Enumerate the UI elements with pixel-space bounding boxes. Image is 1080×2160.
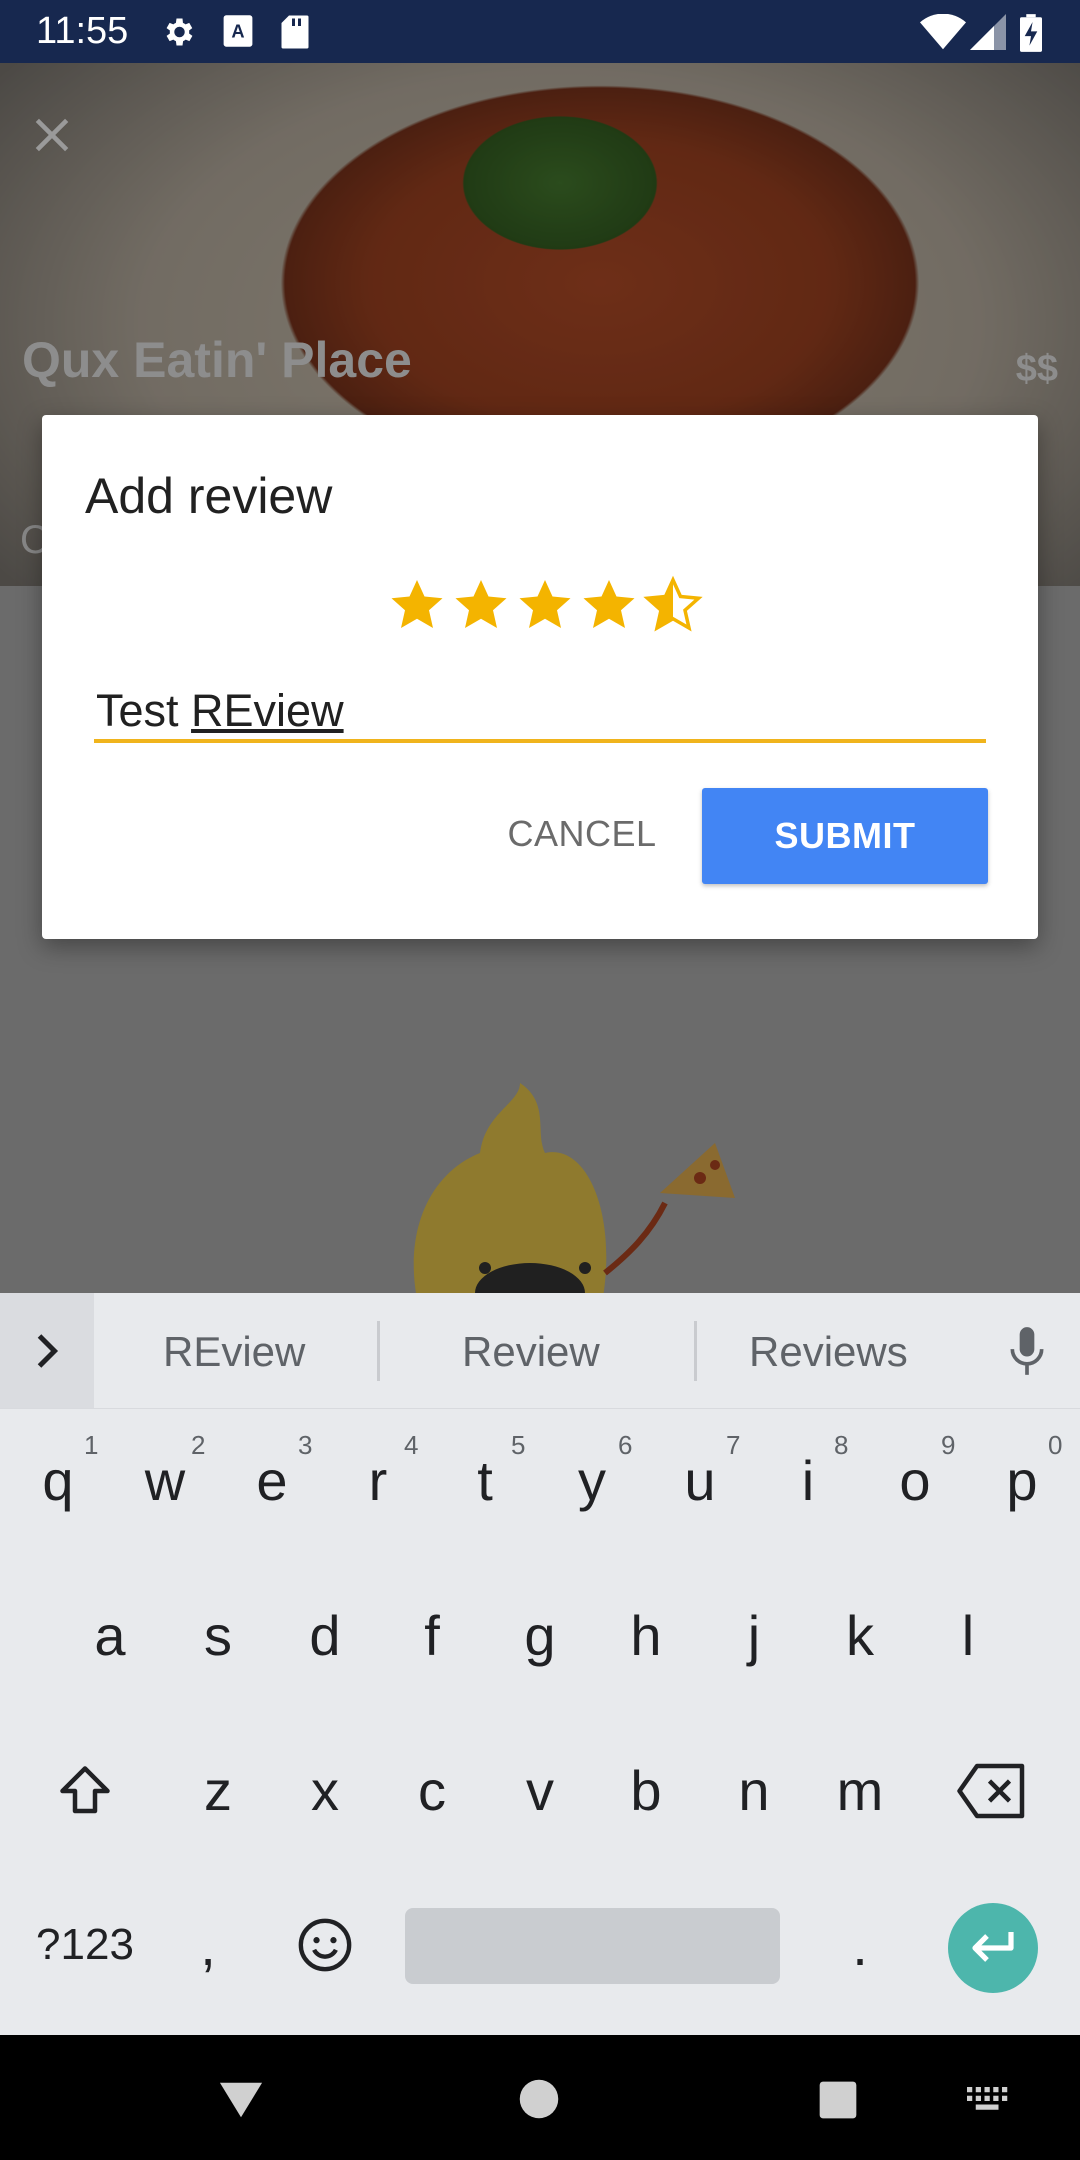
close-icon[interactable]: [30, 113, 74, 157]
a-icon: A: [223, 15, 253, 47]
price-level: $$: [1015, 348, 1058, 390]
star-icon[interactable]: [515, 575, 575, 635]
review-text-prefix: Test: [96, 685, 192, 736]
key-a[interactable]: a: [70, 1603, 150, 1668]
keyboard-icon[interactable]: [966, 2087, 1010, 2115]
microphone-icon[interactable]: [1005, 1323, 1049, 1379]
sd-card-icon: [281, 15, 309, 49]
key-l[interactable]: l: [928, 1603, 1008, 1668]
key-m[interactable]: m: [820, 1758, 900, 1823]
wifi-icon: [920, 14, 966, 50]
key-hint-number: 6: [618, 1430, 633, 1460]
symbols-key[interactable]: ?123: [30, 1920, 140, 1970]
back-icon[interactable]: [218, 2080, 264, 2120]
space-key[interactable]: [405, 1908, 780, 1984]
key-f[interactable]: f: [392, 1603, 472, 1668]
key-n[interactable]: n: [714, 1758, 794, 1823]
signal-icon: [970, 14, 1006, 50]
svg-text:A: A: [231, 21, 244, 42]
star-icon[interactable]: [579, 575, 639, 635]
backspace-icon[interactable]: [957, 1763, 1027, 1819]
expand-suggestions-button[interactable]: [0, 1293, 94, 1408]
key-hint-number: 3: [298, 1430, 313, 1460]
recents-icon[interactable]: [818, 2080, 858, 2120]
key-hint-number: 8: [834, 1430, 849, 1460]
suggestion-1[interactable]: REview: [163, 1328, 305, 1376]
key-hint-number: 2: [191, 1430, 206, 1460]
key-hint-number: 1: [84, 1430, 99, 1460]
key-j[interactable]: j: [714, 1603, 794, 1668]
key-g[interactable]: g: [500, 1603, 580, 1668]
review-text-composing: REview: [191, 685, 344, 736]
settings-icon: [166, 18, 193, 46]
key-s[interactable]: s: [178, 1603, 258, 1668]
input-underline: [94, 739, 986, 743]
review-input[interactable]: Test REview: [96, 685, 344, 737]
period-key[interactable]: .: [830, 1913, 890, 1978]
key-hint-number: 0: [1048, 1430, 1063, 1460]
submit-button[interactable]: SUBMIT: [702, 788, 988, 884]
suggestion-divider: [377, 1321, 380, 1381]
key-z[interactable]: z: [178, 1758, 258, 1823]
key-b[interactable]: b: [606, 1758, 686, 1823]
key-hint-number: 5: [511, 1430, 526, 1460]
key-d[interactable]: d: [285, 1603, 365, 1668]
key-hint-number: 4: [404, 1430, 419, 1460]
key-hint-number: 7: [726, 1430, 741, 1460]
enter-key[interactable]: [948, 1903, 1038, 1993]
emoji-icon[interactable]: [296, 1916, 354, 1974]
status-bar: 11:55 A: [0, 0, 1080, 63]
shift-icon[interactable]: [55, 1761, 115, 1821]
key-v[interactable]: v: [500, 1758, 580, 1823]
key-hint-number: 9: [941, 1430, 956, 1460]
star-icon[interactable]: [451, 575, 511, 635]
chevron-right-icon: [37, 1333, 59, 1368]
mascot-illustration: [413, 1083, 735, 1293]
status-time: 11:55: [36, 10, 129, 52]
key-h[interactable]: h: [606, 1603, 686, 1668]
soft-keyboard: REview Review Reviews ?123 , . q1w2e3r4t…: [0, 1293, 1080, 2035]
add-review-dialog: Add review Test REview CANCEL SUBMIT: [42, 415, 1038, 939]
star-icon[interactable]: [387, 575, 447, 635]
comma-key[interactable]: ,: [178, 1913, 238, 1978]
suggestion-divider: [694, 1321, 697, 1381]
cancel-button[interactable]: CANCEL: [462, 786, 702, 882]
key-c[interactable]: c: [392, 1758, 472, 1823]
dialog-title: Add review: [85, 468, 333, 524]
key-x[interactable]: x: [285, 1758, 365, 1823]
home-icon[interactable]: [518, 2078, 560, 2120]
suggestion-2[interactable]: Review: [462, 1328, 600, 1376]
restaurant-name: Qux Eatin' Place: [22, 332, 412, 388]
suggestion-3[interactable]: Reviews: [749, 1328, 908, 1376]
key-k[interactable]: k: [820, 1603, 900, 1668]
rating-bar[interactable]: [387, 575, 703, 635]
navigation-bar: [0, 2035, 1080, 2160]
suggestion-bar: REview Review Reviews: [0, 1293, 1080, 1409]
enter-icon: [972, 1932, 1014, 1962]
battery-icon: [1020, 14, 1042, 52]
half-star-icon[interactable]: [643, 575, 703, 635]
